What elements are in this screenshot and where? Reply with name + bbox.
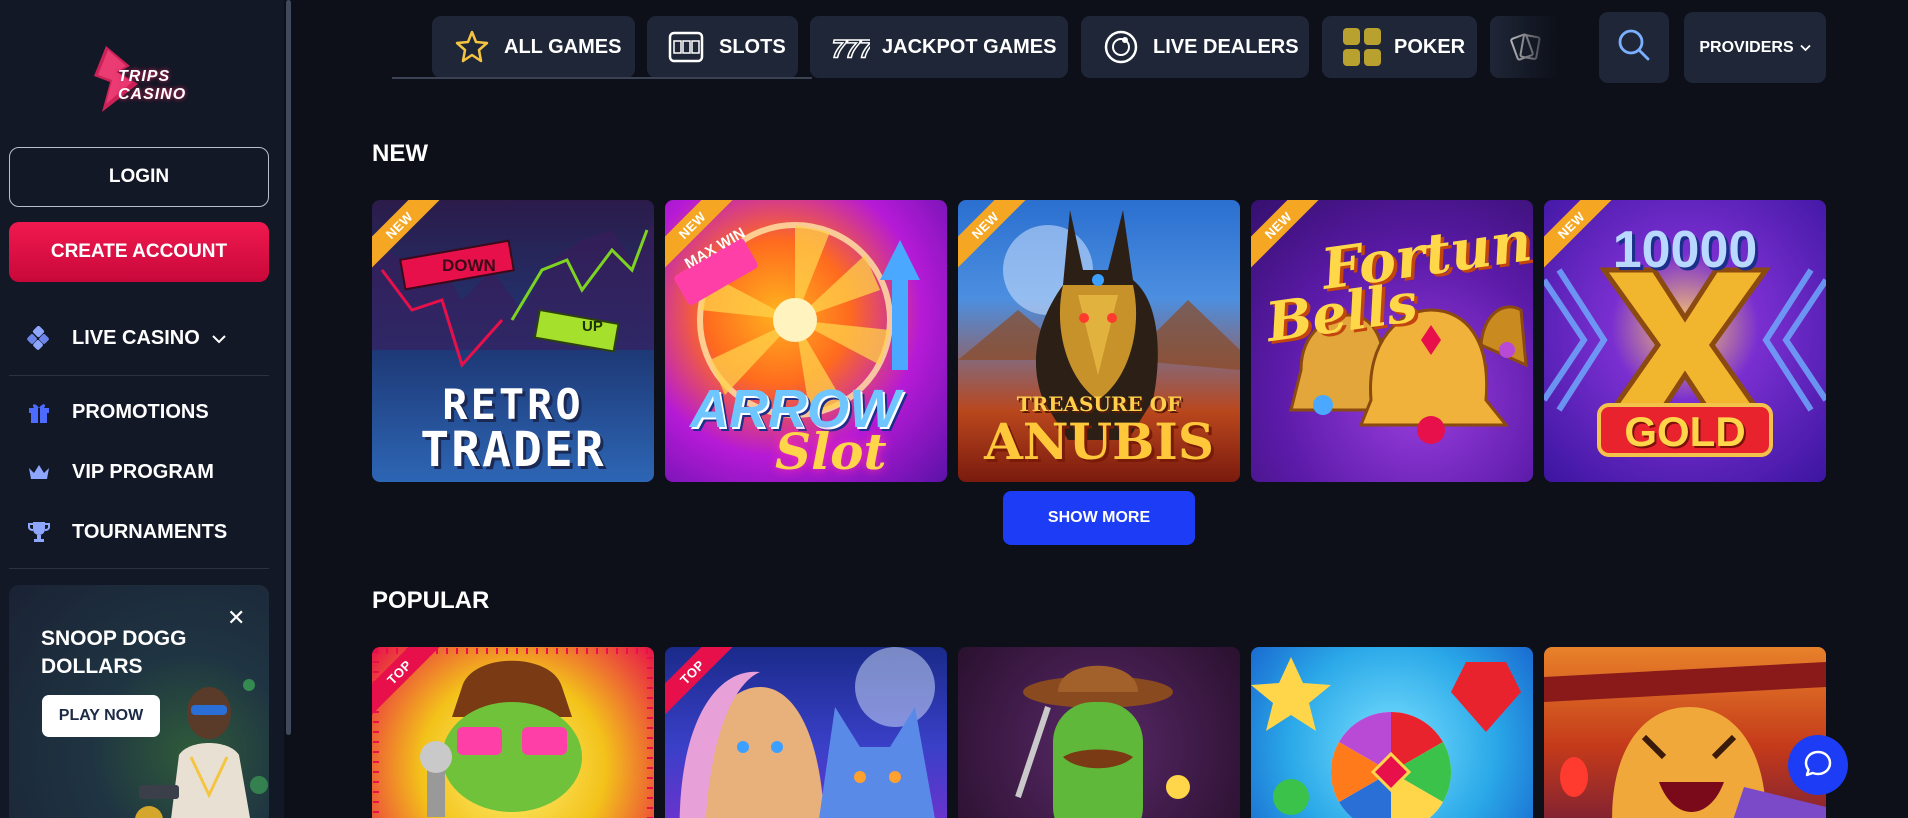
- casino-logo[interactable]: TRIPS CASINO: [88, 42, 218, 114]
- sidebar-item-tournaments[interactable]: TOURNAMENTS: [26, 512, 227, 552]
- providers-dropdown[interactable]: PROVIDERS: [1684, 12, 1826, 83]
- providers-label: PROVIDERS: [1699, 38, 1794, 56]
- game-card-popular-2[interactable]: TOP: [665, 647, 947, 818]
- snoop-dogg-illustration: [133, 679, 268, 818]
- tab-all-games[interactable]: ALL GAMES: [432, 16, 635, 78]
- roulette-icon: [1101, 27, 1141, 67]
- tab-live-dealers[interactable]: LIVE DEALERS: [1081, 16, 1309, 78]
- tag-down: DOWN: [442, 256, 496, 275]
- show-more-button[interactable]: SHOW MORE: [1003, 491, 1195, 545]
- slot-machine-icon: [667, 27, 707, 67]
- search-button[interactable]: [1599, 12, 1669, 83]
- tab-label: POKER: [1394, 35, 1466, 58]
- tag-up: UP: [582, 318, 603, 335]
- wolf-woman-art: [679, 647, 935, 818]
- poker-icon: [1342, 27, 1382, 67]
- cactus-cowboy-art: [1015, 665, 1190, 818]
- candy-gems-art: [1251, 657, 1521, 818]
- game-title-line-1: 10000: [1612, 221, 1758, 279]
- game-title-line-2: ANUBIS: [984, 412, 1214, 471]
- crown-icon: [26, 459, 52, 485]
- sidebar-item-vip-program[interactable]: VIP PROGRAM: [26, 452, 214, 492]
- logo-text: TRIPS CASINO: [118, 68, 186, 104]
- tab-label: LIVE DEALERS: [1153, 35, 1299, 58]
- chevron-down-icon: [1799, 39, 1811, 57]
- sidebar-item-label: LIVE CASINO: [72, 326, 200, 349]
- tab-jackpot-games[interactable]: 777 JACKPOT GAMES: [810, 16, 1068, 78]
- search-icon: [1617, 28, 1651, 67]
- game-card-fortune-bells[interactable]: Fortune Bells NEW: [1251, 200, 1533, 482]
- game-card-retro-trader[interactable]: DOWN UP RETRO TRADER NEW: [372, 200, 654, 482]
- sidebar-item-label: TOURNAMENTS: [72, 520, 228, 543]
- game-card-arrow-slot[interactable]: MAX WIN ARROW Slot NEW: [665, 200, 947, 482]
- sidebar-divider: [9, 568, 269, 569]
- game-card-treasure-of-anubis[interactable]: TREASURE OF ANUBIS NEW: [958, 200, 1240, 482]
- sidebar: TRIPS CASINO LOGIN CREATE ACCOUNT LIVE C…: [0, 0, 284, 818]
- tab-label: JACKPOT GAMES: [882, 35, 1057, 58]
- live-chat-button[interactable]: [1788, 735, 1848, 795]
- chevron-down-icon: [212, 327, 226, 350]
- close-icon[interactable]: ✕: [227, 607, 245, 629]
- sidebar-scrollbar[interactable]: [286, 0, 291, 735]
- game-title-line-2: Slot: [775, 422, 887, 481]
- section-title-new: NEW: [372, 140, 428, 167]
- sidebar-item-live-casino[interactable]: LIVE CASINO: [26, 318, 226, 358]
- tab-slots[interactable]: SLOTS: [647, 16, 798, 78]
- star-icon: [452, 27, 492, 67]
- chat-bubble-icon: [1803, 748, 1833, 783]
- game-card-popular-1[interactable]: TOP: [372, 647, 654, 818]
- dice-icon: [26, 325, 52, 351]
- frog-singer-art: [373, 648, 653, 818]
- game-card-popular-4[interactable]: [1251, 647, 1533, 818]
- promo-title: SNOOP DOGG DOLLARS: [41, 627, 187, 678]
- tabs-fade-overlay: [1490, 16, 1570, 78]
- game-title-line-2: TRADER: [420, 422, 606, 478]
- svg-text:777: 777: [832, 36, 870, 63]
- tab-poker[interactable]: POKER: [1322, 16, 1477, 78]
- game-card-popular-3[interactable]: [958, 647, 1240, 818]
- tab-label: SLOTS: [719, 35, 786, 58]
- sidebar-item-promotions[interactable]: PROMOTIONS: [26, 392, 209, 432]
- promo-banner[interactable]: SNOOP DOGG DOLLARS PLAY NOW ✕: [9, 585, 269, 818]
- login-button[interactable]: LOGIN: [9, 147, 269, 207]
- trophy-icon: [26, 519, 52, 545]
- logo-line-2: CASINO: [118, 86, 187, 103]
- create-account-button[interactable]: CREATE ACCOUNT: [9, 222, 269, 282]
- game-title-line-2: GOLD: [1624, 408, 1746, 455]
- game-card-10000x-gold[interactable]: 10000 GOLD NEW: [1544, 200, 1826, 482]
- logo-line-1: TRIPS: [118, 68, 171, 85]
- tiger-art: [1544, 662, 1826, 818]
- sidebar-divider: [9, 375, 269, 376]
- section-title-popular: POPULAR: [372, 587, 490, 614]
- promo-play-now-button[interactable]: PLAY NOW: [42, 695, 160, 737]
- tabs-scroll-indicator: [392, 77, 812, 79]
- tab-label: ALL GAMES: [504, 35, 622, 58]
- gift-icon: [26, 399, 52, 425]
- jackpot-icon: 777: [830, 27, 870, 67]
- sidebar-item-label: PROMOTIONS: [72, 400, 209, 423]
- sidebar-item-label: VIP PROGRAM: [72, 460, 214, 483]
- game-card-popular-5[interactable]: [1544, 647, 1826, 818]
